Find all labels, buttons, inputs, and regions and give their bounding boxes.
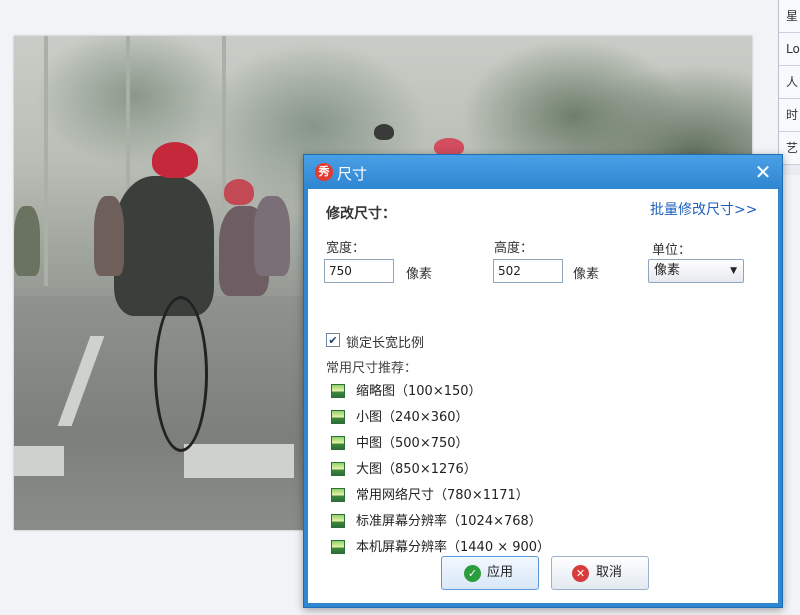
preset-item[interactable]: 缩略图（100×150） bbox=[326, 379, 596, 405]
side-tab-2[interactable]: 人 bbox=[779, 66, 800, 99]
dialog-titlebar[interactable]: 秀 尺寸 ✕ bbox=[304, 155, 782, 189]
section-heading: 修改尺寸： bbox=[326, 206, 396, 222]
preset-label: 常用网络尺寸（780×1171） bbox=[356, 488, 529, 503]
photo-helmet bbox=[224, 179, 254, 205]
width-label: 宽度： bbox=[326, 241, 366, 256]
photo-rider bbox=[254, 196, 290, 276]
image-icon bbox=[331, 436, 345, 450]
image-icon bbox=[331, 462, 345, 476]
photo-helmet bbox=[152, 142, 198, 178]
image-icon bbox=[331, 384, 345, 398]
photo-helmet bbox=[374, 124, 394, 140]
right-side-panel: 星 Lo 人 时 艺 bbox=[778, 0, 800, 175]
image-icon bbox=[331, 514, 345, 528]
resize-dialog: 秀 尺寸 ✕ 修改尺寸： 批量修改尺寸>> 宽度： 750 像素 高度： 502… bbox=[303, 154, 783, 608]
image-icon bbox=[331, 540, 345, 554]
side-tab-0[interactable]: 星 bbox=[779, 0, 800, 33]
photo-rider bbox=[14, 206, 40, 276]
dialog-title: 尺寸 bbox=[337, 165, 368, 183]
preset-item[interactable]: 标准屏幕分辨率（1024×768） bbox=[326, 509, 596, 535]
chevron-down-icon: ▼ bbox=[730, 266, 737, 276]
photo-road-stripe bbox=[14, 446, 64, 476]
preset-item[interactable]: 中图（500×750） bbox=[326, 431, 596, 457]
height-label: 高度： bbox=[494, 241, 534, 256]
width-input[interactable]: 750 bbox=[324, 259, 394, 283]
preset-item[interactable]: 小图（240×360） bbox=[326, 405, 596, 431]
unit-select-value: 像素 bbox=[654, 263, 681, 278]
photo-wheel bbox=[154, 296, 208, 452]
photo-road-stripe bbox=[184, 444, 294, 478]
batch-resize-link[interactable]: 批量修改尺寸>> bbox=[650, 199, 757, 219]
preset-item[interactable]: 常用网络尺寸（780×1171） bbox=[326, 483, 596, 509]
photo-rider bbox=[94, 196, 124, 276]
preset-label: 标准屏幕分辨率（1024×768） bbox=[356, 514, 542, 529]
image-icon bbox=[331, 488, 345, 502]
width-unit-label: 像素 bbox=[406, 267, 433, 282]
lock-ratio-checkbox[interactable]: ✔ bbox=[326, 333, 340, 347]
height-unit-label: 像素 bbox=[573, 267, 600, 282]
cancel-button[interactable]: ✕ 取消 bbox=[551, 556, 649, 590]
cancel-button-label: 取消 bbox=[596, 565, 623, 580]
close-icon[interactable]: ✕ bbox=[750, 159, 776, 185]
dialog-body: 修改尺寸： 批量修改尺寸>> 宽度： 750 像素 高度： 502 像素 单位：… bbox=[308, 189, 778, 603]
apply-button[interactable]: ✓ 应用 bbox=[441, 556, 539, 590]
lock-ratio-label: 锁定长宽比例 bbox=[346, 336, 425, 351]
side-tab-3[interactable]: 时 bbox=[779, 99, 800, 132]
unit-select[interactable]: 像素 ▼ bbox=[648, 259, 744, 283]
preset-label: 缩略图（100×150） bbox=[356, 384, 482, 399]
presets-list: 缩略图（100×150） 小图（240×360） 中图（500×750） 大图（… bbox=[326, 379, 596, 561]
cancel-icon: ✕ bbox=[572, 565, 589, 582]
image-icon bbox=[331, 410, 345, 424]
check-icon: ✓ bbox=[464, 565, 481, 582]
preset-item[interactable]: 大图（850×1276） bbox=[326, 457, 596, 483]
preset-label: 小图（240×360） bbox=[356, 410, 469, 425]
app-logo-icon: 秀 bbox=[315, 163, 333, 181]
presets-heading: 常用尺寸推荐： bbox=[326, 361, 418, 376]
preset-label: 大图（850×1276） bbox=[356, 462, 477, 477]
preset-label: 中图（500×750） bbox=[356, 436, 469, 451]
side-tab-1[interactable]: Lo bbox=[779, 33, 800, 66]
unit-label: 单位： bbox=[652, 243, 692, 258]
photo-pole bbox=[44, 36, 48, 286]
photo-rider bbox=[114, 176, 214, 316]
apply-button-label: 应用 bbox=[487, 565, 514, 580]
height-input[interactable]: 502 bbox=[493, 259, 563, 283]
